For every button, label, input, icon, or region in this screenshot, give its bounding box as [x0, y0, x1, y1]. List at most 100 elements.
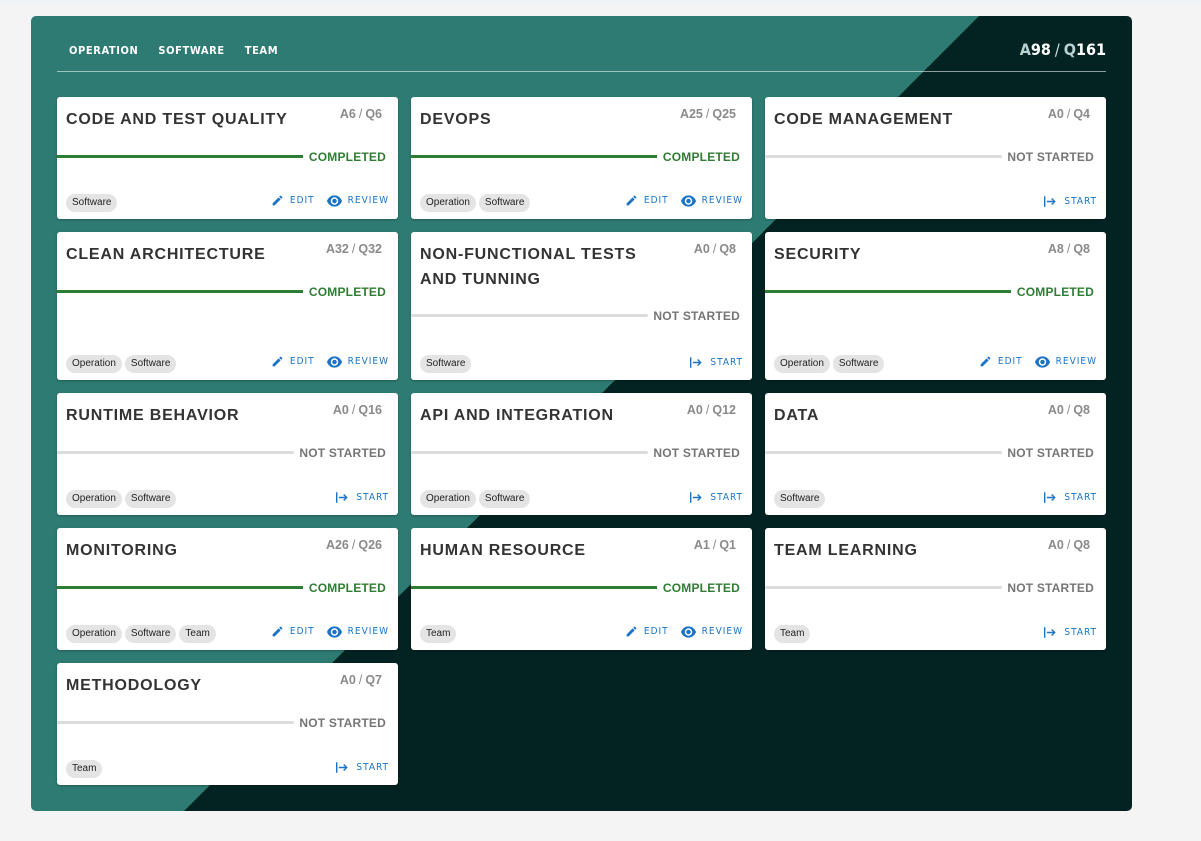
card-actions: EDIT REVIEW	[271, 625, 389, 638]
progress-row: COMPLETED	[411, 581, 752, 595]
start-button[interactable]: START	[1044, 627, 1097, 638]
answered-count: A26	[325, 538, 349, 552]
status-label: NOT STARTED	[299, 716, 386, 730]
tag-list: Software	[774, 490, 826, 508]
tag-software: Software	[774, 490, 826, 508]
total-separator: /	[1054, 40, 1060, 59]
status-label: NOT STARTED	[1007, 150, 1094, 164]
tag-list: Operation Software	[774, 355, 885, 373]
edit-button[interactable]: EDIT	[625, 625, 669, 638]
tag-team: Team	[420, 625, 457, 643]
status-label: COMPLETED	[662, 581, 740, 595]
arrow-right-to-bar-icon	[1044, 196, 1058, 207]
edit-button[interactable]: EDIT	[979, 355, 1023, 368]
card-score: A0/Q4	[1048, 107, 1090, 121]
answered-count: A0	[1047, 538, 1064, 552]
nav-item-operation[interactable]: OPERATION	[69, 44, 138, 57]
start-button[interactable]: START	[336, 762, 389, 773]
review-label: REVIEW	[701, 626, 743, 637]
edit-label: EDIT	[643, 626, 669, 637]
tag-team: Team	[774, 625, 811, 643]
pencil-icon	[625, 194, 638, 207]
question-count: Q25	[712, 107, 736, 121]
question-count: Q8	[1073, 242, 1090, 256]
top-strip	[0, 0, 1201, 4]
eye-icon	[1034, 355, 1050, 368]
category-card: DATA A0/Q8 NOT STARTED Software START	[765, 393, 1106, 515]
progress-row: NOT STARTED	[411, 309, 752, 323]
progress-row: COMPLETED	[57, 581, 398, 595]
start-label: START	[710, 357, 743, 368]
review-button[interactable]: REVIEW	[326, 625, 389, 638]
card-title: HUMAN RESOURCE	[420, 542, 586, 559]
pencil-icon	[271, 194, 284, 207]
tag-operation: Operation	[66, 355, 122, 373]
review-label: REVIEW	[347, 626, 389, 637]
category-card: CODE AND TEST QUALITY A6/Q6 COMPLETED Softw…	[57, 97, 398, 219]
arrow-right-to-bar-icon	[336, 762, 350, 773]
tag-team: Team	[66, 760, 103, 778]
category-nav: OPERATION SOFTWARE TEAM	[69, 44, 278, 57]
answered-count: A8	[1047, 242, 1064, 256]
progress-bar	[411, 451, 648, 454]
tag-list: Software	[66, 194, 118, 212]
edit-label: EDIT	[289, 626, 315, 637]
status-label: NOT STARTED	[299, 446, 386, 460]
start-button[interactable]: START	[336, 492, 389, 503]
pencil-icon	[271, 355, 284, 368]
question-count: Q8	[719, 242, 736, 256]
start-button[interactable]: START	[1044, 492, 1097, 503]
start-label: START	[1064, 196, 1097, 207]
card-score: A8/Q8	[1048, 242, 1090, 256]
start-button[interactable]: START	[1044, 196, 1097, 207]
review-button[interactable]: REVIEW	[680, 194, 743, 207]
start-label: START	[1064, 492, 1097, 503]
card-actions: EDIT REVIEW	[271, 194, 389, 207]
score-separator: /	[712, 242, 717, 256]
tag-operation: Operation	[66, 625, 122, 643]
review-button[interactable]: REVIEW	[326, 355, 389, 368]
progress-bar	[765, 155, 1002, 158]
tag-list: Team	[66, 760, 103, 778]
nav-item-software[interactable]: SOFTWARE	[158, 44, 224, 57]
card-title: METHODOLOGY	[66, 677, 202, 694]
edit-button[interactable]: EDIT	[271, 194, 315, 207]
category-card: NON-FUNCTIONAL TESTS AND TUNNING A0/Q8 NOT…	[411, 232, 752, 380]
edit-button[interactable]: EDIT	[271, 355, 315, 368]
progress-row: NOT STARTED	[411, 446, 752, 460]
card-title: API AND INTEGRATION	[420, 407, 614, 424]
nav-item-team[interactable]: TEAM	[245, 44, 278, 57]
review-button[interactable]: REVIEW	[1034, 355, 1097, 368]
card-title: CLEAN ARCHITECTURE	[66, 246, 266, 263]
status-label: COMPLETED	[308, 285, 386, 299]
question-count: Q16	[358, 403, 382, 417]
progress-row: COMPLETED	[411, 150, 752, 164]
progress-row: COMPLETED	[765, 285, 1106, 299]
edit-button[interactable]: EDIT	[625, 194, 669, 207]
card-actions: START	[690, 357, 743, 368]
score-separator: /	[1066, 403, 1071, 417]
pencil-icon	[979, 355, 992, 368]
tag-list: Operation Software Team	[66, 625, 216, 643]
review-button[interactable]: REVIEW	[326, 194, 389, 207]
review-button[interactable]: REVIEW	[680, 625, 743, 638]
status-label: COMPLETED	[1016, 285, 1094, 299]
card-actions: EDIT REVIEW	[625, 625, 743, 638]
tag-operation: Operation	[66, 490, 122, 508]
tag-operation: Operation	[420, 194, 476, 212]
start-button[interactable]: START	[690, 492, 743, 503]
card-title: NON-FUNCTIONAL TESTS AND TUNNING	[420, 246, 637, 288]
edit-button[interactable]: EDIT	[271, 625, 315, 638]
card-score: A0/Q8	[694, 242, 736, 256]
score-separator: /	[351, 403, 356, 417]
progress-row: NOT STARTED	[765, 150, 1106, 164]
question-count: Q6	[365, 107, 382, 121]
start-button[interactable]: START	[690, 357, 743, 368]
card-actions: START	[1044, 492, 1097, 503]
progress-row: NOT STARTED	[765, 446, 1106, 460]
start-label: START	[356, 492, 389, 503]
question-count: Q26	[358, 538, 382, 552]
category-card: HUMAN RESOURCE A1/Q1 COMPLETED Team EDIT REVI…	[411, 528, 752, 650]
progress-bar	[57, 586, 303, 589]
progress-row: COMPLETED	[57, 285, 398, 299]
